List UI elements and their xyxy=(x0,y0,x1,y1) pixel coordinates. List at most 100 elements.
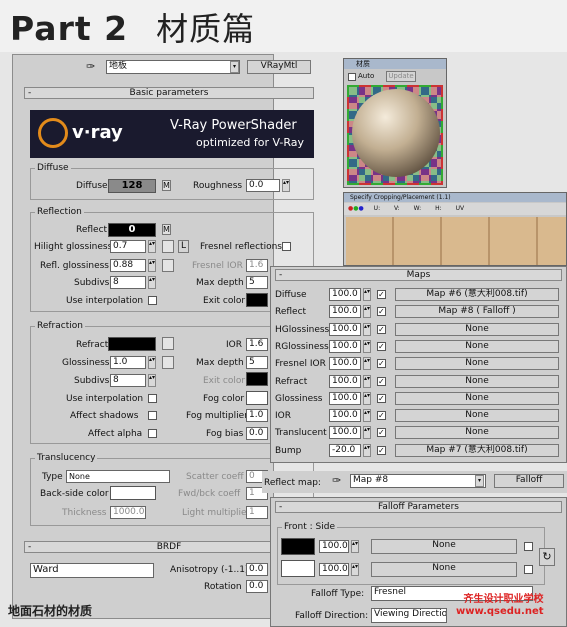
refl-exit-swatch[interactable] xyxy=(246,293,268,307)
refr-subdivs-field[interactable]: 8 xyxy=(110,374,146,387)
hilight-gloss-spinner[interactable]: ▴▾ xyxy=(148,240,156,253)
reflect-swatch[interactable]: 0 xyxy=(108,223,156,237)
material-name-field[interactable]: 地板 xyxy=(106,60,240,74)
map-enable-checkbox[interactable]: ✓ xyxy=(377,445,386,455)
refr-gloss-map-button[interactable] xyxy=(162,356,174,369)
refr-interp-checkbox[interactable] xyxy=(148,394,157,403)
map-slot-button[interactable]: None xyxy=(395,357,559,371)
side-amount-field[interactable]: 100.0 xyxy=(319,563,349,576)
reflect-map-type-button[interactable]: Falloff xyxy=(494,474,564,488)
rotation-field[interactable]: 0.0 xyxy=(246,580,268,593)
refl-gloss-map-button[interactable] xyxy=(162,259,174,272)
refr-gloss-spinner[interactable]: ▴▾ xyxy=(148,356,156,369)
map-slot-button[interactable]: None xyxy=(395,374,559,388)
map-amount-spinner[interactable]: ▴▾ xyxy=(363,305,371,319)
fog-color-swatch[interactable] xyxy=(246,391,268,405)
material-type-button[interactable]: VRayMtl xyxy=(247,60,311,74)
ior-field[interactable]: 1.6 xyxy=(246,338,268,351)
map-enable-checkbox[interactable]: ✓ xyxy=(377,376,386,386)
map-amount-spinner[interactable]: ▴▾ xyxy=(363,357,371,371)
map-enable-checkbox[interactable]: ✓ xyxy=(377,341,386,351)
reflect-eyedropper-icon[interactable]: ✑ xyxy=(332,474,341,487)
maps-rollup[interactable]: - Maps xyxy=(275,269,562,281)
front-map-button[interactable]: None xyxy=(371,539,517,554)
map-slot-button[interactable]: None xyxy=(395,409,559,423)
falloff-rollup[interactable]: - Falloff Parameters xyxy=(275,501,562,513)
map-amount-spinner[interactable]: ▴▾ xyxy=(363,374,371,388)
front-color-swatch[interactable] xyxy=(281,538,315,555)
map-slot-button[interactable]: None xyxy=(395,322,559,336)
fresnel-ior-field[interactable]: 1.6 xyxy=(246,259,268,272)
reflect-map-button[interactable]: M xyxy=(162,224,171,235)
map-amount-spinner[interactable]: ▴▾ xyxy=(363,288,371,301)
roughness-spinner[interactable]: ▴▾ xyxy=(282,179,290,192)
anisotropy-field[interactable]: 0.0 xyxy=(246,563,268,576)
reflect-map-chevron-icon[interactable]: ▾ xyxy=(475,475,484,487)
side-color-swatch[interactable] xyxy=(281,560,315,577)
refl-gloss-spinner[interactable]: ▴▾ xyxy=(148,259,156,272)
trans-type-select[interactable]: None xyxy=(66,470,170,483)
map-amount-field[interactable]: -20.0 xyxy=(329,443,361,457)
fog-bias-field[interactable]: 0.0 xyxy=(246,427,268,440)
refr-maxdepth-field[interactable]: 5 xyxy=(246,356,268,369)
map-amount-spinner[interactable]: ▴▾ xyxy=(363,443,371,457)
map-amount-field[interactable]: 100.0 xyxy=(329,374,361,388)
map-slot-button[interactable]: None xyxy=(395,391,559,405)
light-mult-field[interactable]: 1 xyxy=(246,506,268,519)
backside-swatch[interactable] xyxy=(110,486,156,500)
update-button[interactable]: Update xyxy=(386,71,416,82)
map-enable-checkbox[interactable]: ✓ xyxy=(377,307,386,317)
side-amount-spinner[interactable]: ▴▾ xyxy=(351,563,359,576)
hilight-lock-button[interactable] xyxy=(162,240,174,253)
side-map-checkbox[interactable] xyxy=(524,565,533,574)
map-amount-field[interactable]: 100.0 xyxy=(329,305,361,319)
refract-swatch[interactable] xyxy=(108,337,156,351)
refl-subdivs-spinner[interactable]: ▴▾ xyxy=(148,276,156,289)
map-slot-button[interactable]: None xyxy=(395,426,559,440)
refr-subdivs-spinner[interactable]: ▴▾ xyxy=(148,374,156,387)
front-amount-spinner[interactable]: ▴▾ xyxy=(351,540,359,553)
front-amount-field[interactable]: 100.0 xyxy=(319,540,349,553)
reflect-map-name[interactable]: Map #8 xyxy=(350,474,486,488)
map-amount-field[interactable]: 100.0 xyxy=(329,288,361,301)
map-amount-field[interactable]: 100.0 xyxy=(329,426,361,440)
hilight-l-button[interactable]: L xyxy=(178,240,189,253)
affect-shadows-checkbox[interactable] xyxy=(148,411,157,420)
map-slot-button[interactable]: Map #7 (意大利008.tif) xyxy=(395,443,559,457)
thickness-field[interactable]: 1000.0 xyxy=(110,506,146,519)
front-map-checkbox[interactable] xyxy=(524,542,533,551)
map-amount-spinner[interactable]: ▴▾ xyxy=(363,426,371,440)
refl-subdivs-field[interactable]: 8 xyxy=(110,276,146,289)
map-enable-checkbox[interactable]: ✓ xyxy=(377,290,386,299)
map-enable-checkbox[interactable]: ✓ xyxy=(377,393,386,403)
map-enable-checkbox[interactable]: ✓ xyxy=(377,411,386,421)
affect-alpha-checkbox[interactable] xyxy=(148,429,157,438)
map-enable-checkbox[interactable]: ✓ xyxy=(377,359,386,369)
refl-gloss-field[interactable]: 0.88 xyxy=(110,259,146,272)
refl-maxdepth-field[interactable]: 5 xyxy=(246,276,268,289)
map-amount-spinner[interactable]: ▴▾ xyxy=(363,322,371,336)
map-amount-field[interactable]: 100.0 xyxy=(329,409,361,423)
basic-params-rollup[interactable]: - Basic parameters xyxy=(24,87,314,99)
hilight-gloss-field[interactable]: 0.7 xyxy=(110,240,146,253)
eyedropper-icon[interactable]: ✑ xyxy=(86,60,95,73)
map-amount-spinner[interactable]: ▴▾ xyxy=(363,409,371,423)
refr-gloss-field[interactable]: 1.0 xyxy=(110,356,146,369)
fog-mult-field[interactable]: 1.0 xyxy=(246,409,268,422)
refr-exit-swatch[interactable] xyxy=(246,372,268,386)
map-amount-spinner[interactable]: ▴▾ xyxy=(363,391,371,405)
brdf-type-select[interactable]: Ward xyxy=(30,563,154,578)
fresnel-checkbox[interactable] xyxy=(282,242,291,251)
refract-map-button[interactable] xyxy=(162,337,174,350)
map-amount-spinner[interactable]: ▴▾ xyxy=(363,339,371,353)
map-enable-checkbox[interactable]: ✓ xyxy=(377,428,386,438)
chevron-down-icon[interactable]: ▾ xyxy=(230,61,239,73)
refl-interp-checkbox[interactable] xyxy=(148,296,157,305)
diffuse-map-button[interactable]: M xyxy=(162,180,171,191)
side-map-button[interactable]: None xyxy=(371,562,517,577)
map-enable-checkbox[interactable]: ✓ xyxy=(377,324,386,334)
map-amount-field[interactable]: 100.0 xyxy=(329,339,361,353)
map-slot-button[interactable]: None xyxy=(395,339,559,353)
map-slot-button[interactable]: Map #8 ( Falloff ) xyxy=(395,305,559,319)
falloff-direction-select[interactable]: Viewing Directio xyxy=(371,608,447,623)
